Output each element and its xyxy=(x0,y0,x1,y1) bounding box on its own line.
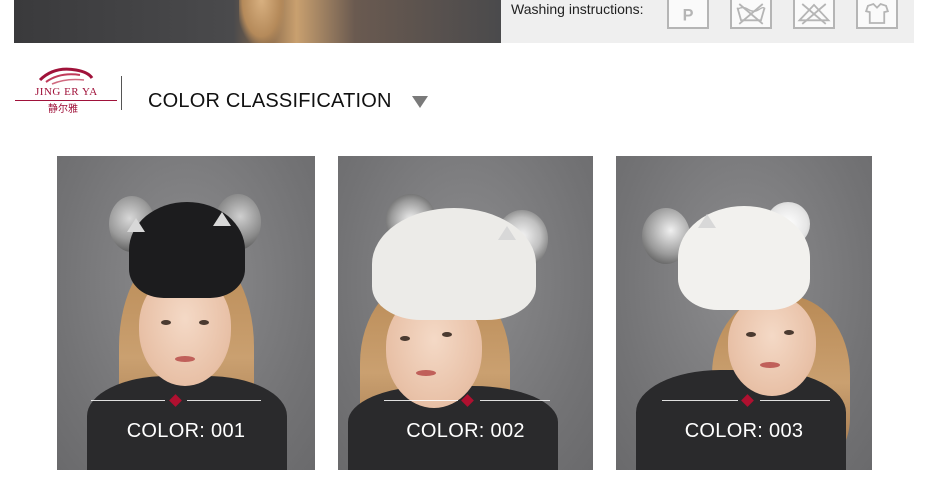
svg-text:P: P xyxy=(683,6,694,24)
deco-line xyxy=(187,400,261,401)
section-title: COLOR CLASSIFICATION xyxy=(148,90,392,112)
deco-line xyxy=(384,400,458,401)
washing-instructions-panel: Washing instructions: P xyxy=(501,0,914,43)
brand-name-cn: 静尔雅 xyxy=(48,104,78,115)
washing-instructions-label: Washing instructions: xyxy=(511,1,644,17)
hat-white xyxy=(372,208,536,320)
hat-rhinestone-ear xyxy=(213,212,231,226)
model-eye xyxy=(746,332,756,337)
deco-line xyxy=(662,400,738,401)
no-iron-icon xyxy=(856,0,898,29)
model-face xyxy=(728,296,816,396)
hair-detail xyxy=(239,0,284,43)
down-triangle-icon xyxy=(412,96,428,108)
dry-clean-p-icon: P xyxy=(667,0,709,29)
model-lips xyxy=(760,362,780,368)
color-label: COLOR: 002 xyxy=(406,420,525,442)
model-lips xyxy=(175,356,195,362)
brand-name-en: JING ER YA xyxy=(35,86,98,98)
hat-rhinestone-ear xyxy=(698,214,716,228)
color-label: COLOR: 003 xyxy=(684,420,804,442)
hat-rhinestone-ear xyxy=(127,218,145,232)
model-eye xyxy=(442,332,452,337)
deco-line xyxy=(760,400,830,401)
model-lips xyxy=(416,370,436,376)
no-wash-icon xyxy=(730,0,772,29)
logo-swoosh-icon xyxy=(38,67,94,85)
hat-rhinestone-ear xyxy=(498,226,516,240)
brand-logo: JING ER YA 静尔雅 xyxy=(12,64,120,115)
product-card-002[interactable]: COLOR: 002 xyxy=(338,156,593,470)
color-label: COLOR: 001 xyxy=(126,420,246,442)
model-eye xyxy=(400,336,410,341)
header-divider xyxy=(121,76,122,110)
model-eye xyxy=(199,320,209,325)
model-eye xyxy=(161,320,171,325)
product-card-001[interactable]: COLOR: 001 xyxy=(57,156,315,470)
deco-line xyxy=(91,400,165,401)
deco-line xyxy=(480,400,550,401)
no-bleach-icon xyxy=(793,0,835,29)
product-card-003[interactable]: COLOR: 003 xyxy=(616,156,872,470)
model-eye xyxy=(784,330,794,335)
top-product-photo xyxy=(14,0,501,43)
